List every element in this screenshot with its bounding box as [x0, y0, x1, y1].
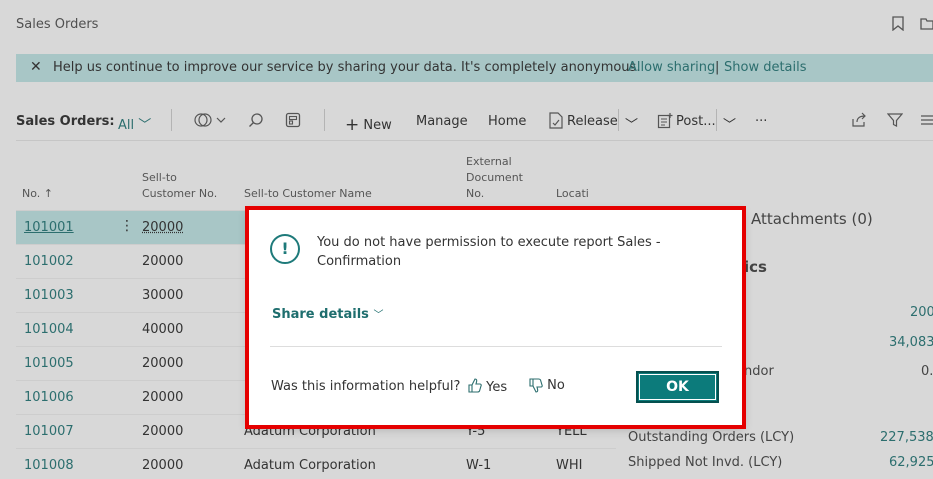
- order-no-link[interactable]: 101008: [24, 458, 74, 473]
- column-header-line: Document: [466, 171, 523, 184]
- filter-all-label: All: [118, 118, 135, 133]
- customer-no-cell[interactable]: 20000: [142, 220, 183, 235]
- close-icon[interactable]: ✕: [30, 59, 42, 75]
- customer-no-cell: 20000: [142, 458, 184, 473]
- column-header-sell-to-name[interactable]: Sell-to Customer Name: [244, 186, 372, 202]
- thumbs-down-icon: [529, 378, 543, 393]
- location-cell: YELL: [556, 424, 587, 439]
- factbox-label: ndor: [744, 364, 774, 379]
- order-no-link[interactable]: 101002: [24, 254, 74, 269]
- order-no-link[interactable]: 101003: [24, 288, 74, 303]
- list-label: Sales Orders:: [16, 114, 115, 129]
- outstanding-orders-value[interactable]: 227,538.: [880, 430, 933, 445]
- share-details-label: Share details: [272, 307, 369, 322]
- no-label: No: [547, 378, 565, 393]
- chevron-down-icon: ﹀: [373, 310, 384, 321]
- share-details-toggle[interactable]: Share details ﹀: [272, 306, 383, 322]
- customer-no-cell: 40000: [142, 322, 184, 337]
- dialog-divider: [270, 346, 722, 347]
- folder-icon[interactable]: [920, 16, 933, 30]
- customer-no-cell: 20000: [142, 390, 184, 405]
- share-icon[interactable]: [851, 112, 867, 128]
- column-header-line: No.: [466, 187, 485, 200]
- column-header-location[interactable]: Locati: [556, 186, 589, 202]
- customer-name-cell: Adatum Corporation: [244, 424, 376, 439]
- table-row[interactable]: 101008 20000 Adatum Corporation W-1 WHI: [16, 448, 616, 479]
- column-header-line: Sell-to: [142, 171, 177, 184]
- banner-separator: |: [715, 60, 720, 75]
- home-tab[interactable]: Home: [488, 114, 526, 129]
- shipped-not-invoiced-value[interactable]: 62,925.: [889, 455, 933, 470]
- release-document-icon[interactable]: [548, 112, 564, 129]
- layout-icon[interactable]: [285, 112, 301, 128]
- filter-icon[interactable]: [887, 112, 903, 128]
- factbox-value: 0.: [921, 364, 933, 379]
- factbox-value[interactable]: 34,083.: [889, 335, 933, 350]
- external-doc-cell: Y-5: [466, 424, 486, 439]
- attachments-tab[interactable]: Attachments (0): [751, 210, 873, 228]
- release-chevron-down-icon[interactable]: ﹀: [625, 114, 638, 133]
- divider: [324, 109, 325, 131]
- search-icon[interactable]: [248, 112, 264, 128]
- post-chevron-down-icon[interactable]: ﹀: [723, 114, 736, 133]
- action-bar: Sales Orders: All ﹀ + New Manage Home Re…: [0, 103, 933, 140]
- no-feedback-button[interactable]: No: [529, 378, 565, 393]
- list-view-icon[interactable]: [920, 114, 933, 126]
- column-header-sell-to-no[interactable]: Sell-to Customer No.: [142, 170, 217, 202]
- post-document-icon[interactable]: [657, 112, 673, 129]
- manage-tab[interactable]: Manage: [416, 114, 468, 129]
- divider: [716, 109, 717, 131]
- factbox-heading: ics: [744, 258, 767, 276]
- order-no-link[interactable]: 101005: [24, 356, 74, 371]
- more-options-button[interactable]: ···: [755, 114, 767, 129]
- order-no-link[interactable]: 101007: [24, 424, 74, 439]
- post-button[interactable]: Post...: [676, 114, 716, 129]
- filter-all-dropdown[interactable]: All ﹀: [118, 114, 151, 133]
- yes-feedback-button[interactable]: Yes: [468, 378, 507, 395]
- shipped-not-invoiced-label: Shipped Not Invd. (LCY): [628, 455, 783, 470]
- thumbs-up-icon: [468, 378, 482, 393]
- location-cell: WHI: [556, 458, 583, 473]
- error-message: You do not have permission to execute re…: [317, 235, 661, 269]
- yes-label: Yes: [486, 380, 508, 395]
- customer-no-cell: 20000: [142, 356, 184, 371]
- column-header-no[interactable]: No. ↑: [22, 186, 53, 202]
- new-button[interactable]: + New: [345, 114, 392, 135]
- show-details-link[interactable]: Show details: [724, 60, 807, 75]
- column-header-line: Customer No.: [142, 187, 218, 200]
- new-button-label: New: [363, 118, 392, 133]
- customer-name-cell: Adatum Corporation: [244, 458, 376, 473]
- chevron-down-icon: ﹀: [138, 118, 152, 133]
- external-doc-cell: W-1: [466, 458, 492, 473]
- bookmark-icon[interactable]: [892, 16, 904, 31]
- outstanding-orders-label: Outstanding Orders (LCY): [628, 430, 795, 445]
- data-sharing-banner: ✕ Help us continue to improve our servic…: [16, 54, 933, 82]
- plus-icon: +: [345, 115, 360, 135]
- customer-no-cell: 20000: [142, 254, 184, 269]
- customer-no-cell: 20000: [142, 424, 184, 439]
- allow-sharing-link[interactable]: Allow sharing: [628, 60, 715, 75]
- banner-message: Help us continue to improve our service …: [53, 60, 641, 75]
- column-header-external-doc[interactable]: External Document No.: [466, 154, 523, 202]
- divider: [171, 109, 172, 131]
- ok-button[interactable]: OK: [636, 371, 719, 403]
- order-no-link[interactable]: 101001: [24, 220, 74, 235]
- divider: [618, 109, 619, 131]
- filter-pane-icon[interactable]: [193, 112, 227, 128]
- row-menu-icon[interactable]: ⋮: [120, 218, 134, 234]
- page-title: Sales Orders: [16, 17, 99, 32]
- info-icon: !: [270, 234, 300, 264]
- release-button[interactable]: Release: [567, 114, 618, 129]
- order-no-link[interactable]: 101006: [24, 390, 74, 405]
- customer-no-cell: 30000: [142, 288, 184, 303]
- column-header-line: External: [466, 155, 512, 168]
- order-no-link[interactable]: 101004: [24, 322, 74, 337]
- factbox-value[interactable]: 200: [910, 305, 933, 320]
- title-bar: Sales Orders: [0, 0, 933, 50]
- toolbar-divider: [16, 140, 933, 141]
- helpful-question: Was this information helpful?: [271, 379, 461, 394]
